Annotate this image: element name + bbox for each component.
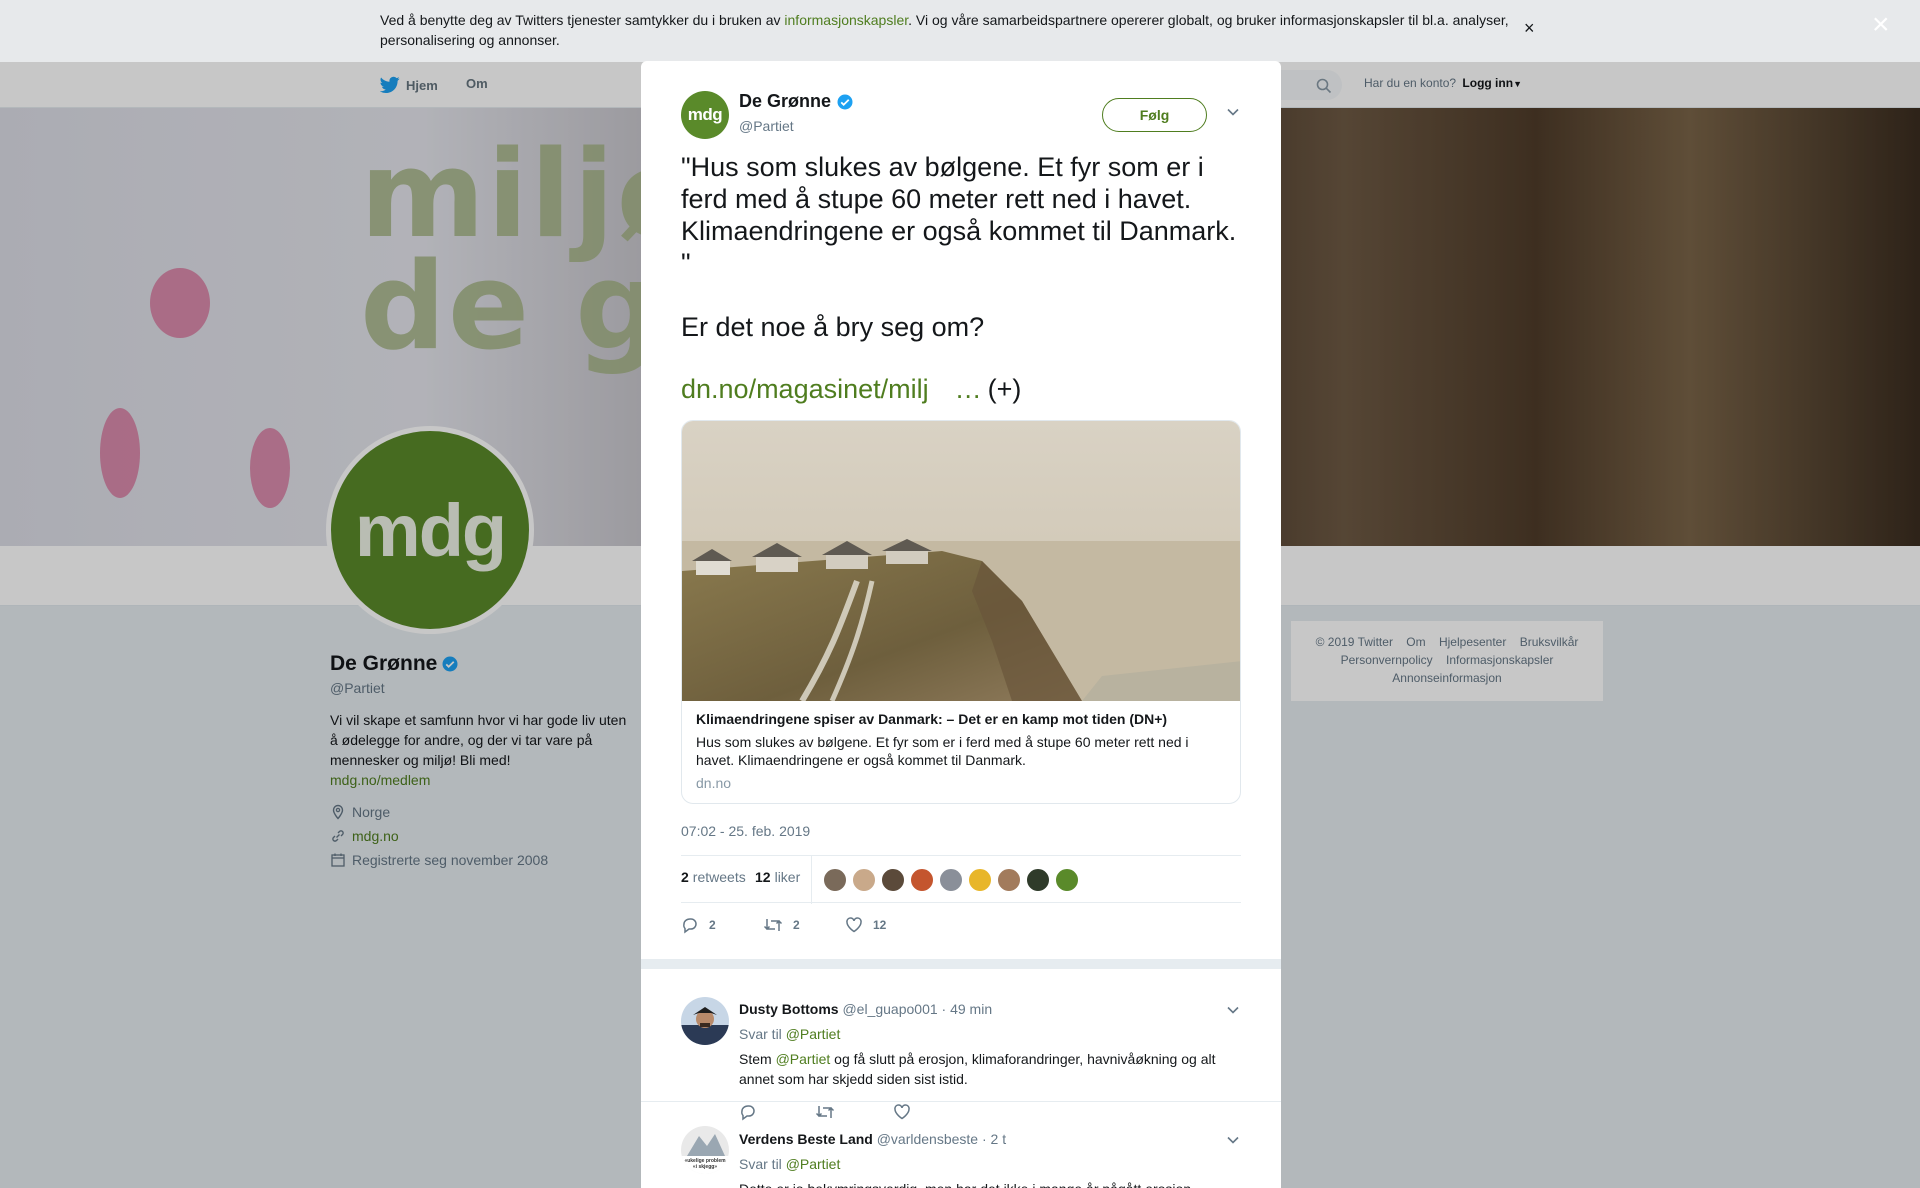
reply-button[interactable]: 2 [681,913,763,937]
tweet-author-name[interactable]: De Grønne [739,91,831,112]
section-divider [641,959,1281,969]
retweet-count: 2 [793,918,800,932]
tweet-timestamp[interactable]: 07:02 - 25. feb. 2019 [681,823,810,839]
reply-author-handle[interactable]: @el_guapo001 [842,1001,937,1017]
cookie-policy-link[interactable]: informasjonskapsler [784,12,908,28]
reply-icon [683,918,697,934]
card-domain: dn.no [696,775,732,791]
reply-author-handle[interactable]: @varldensbeste [877,1131,978,1147]
reply-count: 2 [709,918,716,932]
tweet-author-avatar[interactable]: mdg [681,91,729,139]
reply-to-mention[interactable]: @Partiet [786,1156,841,1172]
tweet-paywall-marker: (+) [987,374,1022,404]
likes-count: 12 [755,869,771,885]
reply-to-line: Svar til @Partiet [739,1156,840,1172]
tweet-author-name-row: De Grønne [739,91,854,112]
tweet-paragraph: "Hus som slukes av bølgene. Et fyr som e… [681,152,1237,278]
cookie-text-start: Ved å benytte deg av Twitters tjenester … [380,12,785,28]
cookie-banner-text: Ved å benytte deg av Twitters tjenester … [380,10,1520,50]
likes-stat[interactable]: 12 liker [755,869,800,885]
reply-mention[interactable]: @Partiet [776,1051,831,1067]
reply-text: Stem @Partiet og få slutt på erosjon, kl… [739,1049,1239,1089]
verified-badge-icon [837,94,853,109]
reply-tweet[interactable]: Dusty Bottoms @el_guapo001 · 49 min Svar… [641,969,1281,1121]
reply-text-start: Stem [739,1051,776,1067]
reply-author-avatar[interactable]: «ukelige problem «i skjegg» [681,1126,729,1174]
like-count: 12 [873,918,887,932]
stats-divider [811,856,812,904]
tweet-text: "Hus som slukes av bølgene. Et fyr som e… [681,151,1241,375]
liker-avatars [823,868,1079,892]
close-icon[interactable]: × [1872,10,1890,40]
cookie-banner: Ved å benytte deg av Twitters tjenester … [0,0,1920,62]
retweets-label: retweets [692,869,746,885]
tweet-avatar-text: mdg [687,105,723,124]
tweet-url-ellipsis[interactable]: … [955,374,982,404]
tweet-stats: 2 retweets 12 liker [681,855,1241,904]
chevron-down-icon[interactable] [1226,1003,1240,1017]
follow-button[interactable]: Følg [1102,98,1207,132]
heart-icon [846,917,862,933]
cookie-close-icon[interactable]: × [1524,18,1535,39]
reply-to-line: Svar til @Partiet [739,1026,840,1042]
liker-avatar[interactable] [910,868,934,892]
chevron-down-icon[interactable] [1226,105,1240,119]
likes-label: liker [774,869,801,885]
reply-author-name[interactable]: Verdens Beste Land [739,1131,873,1147]
liker-avatar[interactable] [852,868,876,892]
link-preview-card[interactable]: Klimaendringene spiser av Danmark: – Det… [681,420,1241,804]
retweets-stat[interactable]: 2 retweets [681,869,746,885]
reply-avatar-caption: «ukelige problem «i skjegg» [684,1158,726,1170]
liker-avatar[interactable] [939,868,963,892]
reply-author-name[interactable]: Dusty Bottoms [739,1001,839,1017]
chevron-down-icon[interactable] [1226,1133,1240,1147]
like-button[interactable]: 12 [845,913,927,937]
liker-avatar[interactable] [881,868,905,892]
liker-avatar[interactable] [1026,868,1050,892]
tweet-actions: 2 2 12 [681,913,927,937]
tweet-author-handle[interactable]: @Partiet [739,118,794,134]
retweet-button[interactable]: 2 [763,913,845,937]
liker-avatar[interactable] [823,868,847,892]
liker-avatar[interactable] [1055,868,1079,892]
reply-time[interactable]: · 2 t [982,1131,1006,1147]
reply-time[interactable]: · 49 min [942,1001,993,1017]
retweets-count: 2 [681,869,689,885]
liker-avatar[interactable] [997,868,1021,892]
liker-avatar[interactable] [968,868,992,892]
reply-text: Dette er jo bekymringsverdig, men har de… [739,1179,1239,1188]
tweet-paragraph: Er det noe å bry seg om? [681,312,985,342]
reply-to-label: Svar til [739,1156,782,1172]
reply-header: Dusty Bottoms @el_guapo001 · 49 min [739,1001,992,1017]
tweet-url-link[interactable]: dn.no/magasinet/milj [681,374,929,404]
card-title: Klimaendringene spiser av Danmark: – Det… [696,711,1168,727]
reply-author-avatar[interactable] [681,997,729,1045]
card-description: Hus som slukes av bølgene. Et fyr som er… [696,734,1189,768]
reply-to-mention[interactable]: @Partiet [786,1026,841,1042]
retweet-icon [763,919,783,931]
card-image [682,421,1240,701]
reply-header: Verdens Beste Land @varldensbeste · 2 t [739,1131,1006,1147]
reply-tweet[interactable]: «ukelige problem «i skjegg» Verdens Best… [641,1102,1281,1188]
tweet-link-line: dn.no/magasinet/milj … (+) [681,373,1021,405]
avatar-image [681,997,729,1045]
reply-to-label: Svar til [739,1026,782,1042]
tweet-modal: mdg De Grønne @Partiet Følg "Hus som slu… [641,61,1281,1188]
